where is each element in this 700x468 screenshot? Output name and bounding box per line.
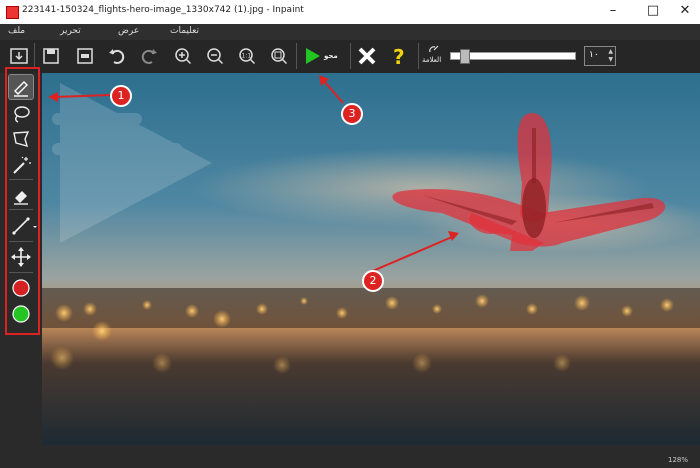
redo-button[interactable]	[138, 44, 160, 68]
lasso-tool[interactable]	[9, 102, 33, 126]
play-icon	[306, 48, 320, 64]
help-button[interactable]: ?	[388, 44, 410, 69]
title-bar: 223141-150324_flights-hero-image_1330x74…	[0, 0, 700, 25]
brush-size-value: ١٠	[589, 50, 599, 60]
line-tool[interactable]	[9, 214, 37, 238]
zoom-out-button[interactable]	[204, 44, 226, 68]
spin-up-icon[interactable]: ▲	[608, 48, 613, 55]
image-canvas[interactable]	[42, 73, 700, 445]
marker-tool[interactable]	[8, 74, 34, 100]
eraser-tool[interactable]	[9, 183, 33, 207]
erase-run-label: محو	[324, 52, 338, 60]
fit-window-button[interactable]	[268, 44, 290, 68]
zoom-level: 128%	[667, 456, 688, 464]
brush-size-icon	[429, 45, 439, 53]
cancel-x-icon	[358, 47, 376, 65]
line-icon	[12, 217, 37, 235]
magic-wand-icon	[13, 156, 31, 174]
brush-size-spinbox[interactable]: ١٠ ▲ ▼	[584, 46, 616, 66]
zoom-in-button[interactable]	[172, 44, 194, 68]
close-icon[interactable]: ✕	[672, 2, 698, 20]
status-bar	[42, 445, 700, 468]
zoom-out-icon	[207, 48, 224, 65]
callout-1: 1	[110, 85, 132, 107]
open-file-button[interactable]	[8, 44, 30, 68]
undo-button[interactable]	[106, 44, 128, 68]
menu-bar: ملف تحرير عرض تعليمات	[0, 24, 700, 40]
brush-size-slider[interactable]	[450, 49, 576, 64]
undo-icon	[109, 49, 125, 64]
fit-window-icon	[271, 48, 288, 65]
save-as-button[interactable]	[74, 44, 96, 68]
save-button[interactable]	[40, 44, 62, 68]
window-title: 223141-150324_flights-hero-image_1330x74…	[22, 5, 304, 15]
zoom-in-icon	[175, 48, 192, 65]
open-file-icon	[10, 48, 28, 64]
minimize-icon[interactable]: –	[600, 2, 626, 20]
cancel-button[interactable]	[356, 44, 378, 68]
svg-text:?: ?	[393, 45, 405, 68]
maximize-icon[interactable]: □	[640, 2, 666, 20]
app-icon	[6, 6, 19, 19]
brush-size-slider-thumb[interactable]	[460, 49, 470, 64]
photo-image	[42, 73, 700, 445]
callout-3: 3	[341, 103, 363, 125]
save-icon	[43, 48, 59, 64]
menu-edit[interactable]: تحرير	[60, 26, 81, 36]
menu-view[interactable]: عرض	[118, 26, 139, 36]
polygon-lasso-tool[interactable]	[9, 127, 33, 151]
mask-color-red[interactable]	[9, 276, 33, 300]
polygon-lasso-icon	[13, 131, 30, 148]
tool-panel	[0, 67, 42, 468]
help-icon: ?	[393, 45, 405, 69]
eraser-icon	[14, 191, 28, 205]
menu-help[interactable]: تعليمات	[170, 26, 199, 36]
marker-icon	[14, 81, 28, 97]
erase-run-button[interactable]: محو	[302, 44, 348, 68]
lasso-icon	[14, 106, 30, 123]
move-tool[interactable]	[9, 245, 33, 269]
callout-2: 2	[362, 270, 384, 292]
magic-wand-tool[interactable]	[9, 153, 33, 177]
svg-text:1:1: 1:1	[242, 53, 252, 60]
actual-size-button[interactable]: 1:1	[236, 44, 258, 68]
green-color-swatch-icon	[12, 305, 30, 323]
spin-down-icon[interactable]: ▼	[608, 56, 613, 63]
brush-size-label: العلامة	[422, 56, 442, 64]
save-as-icon	[77, 48, 93, 64]
menu-file[interactable]: ملف	[8, 26, 25, 36]
red-color-swatch-icon	[12, 279, 30, 297]
toolbar: 1:1 محو ? العلامة ١٠ ▲ ▼	[0, 40, 700, 74]
brush-size-group: العلامة	[422, 44, 448, 68]
move-icon	[11, 247, 31, 267]
actual-size-icon: 1:1	[239, 48, 256, 65]
redo-icon	[141, 49, 157, 64]
mask-color-green[interactable]	[9, 302, 33, 326]
